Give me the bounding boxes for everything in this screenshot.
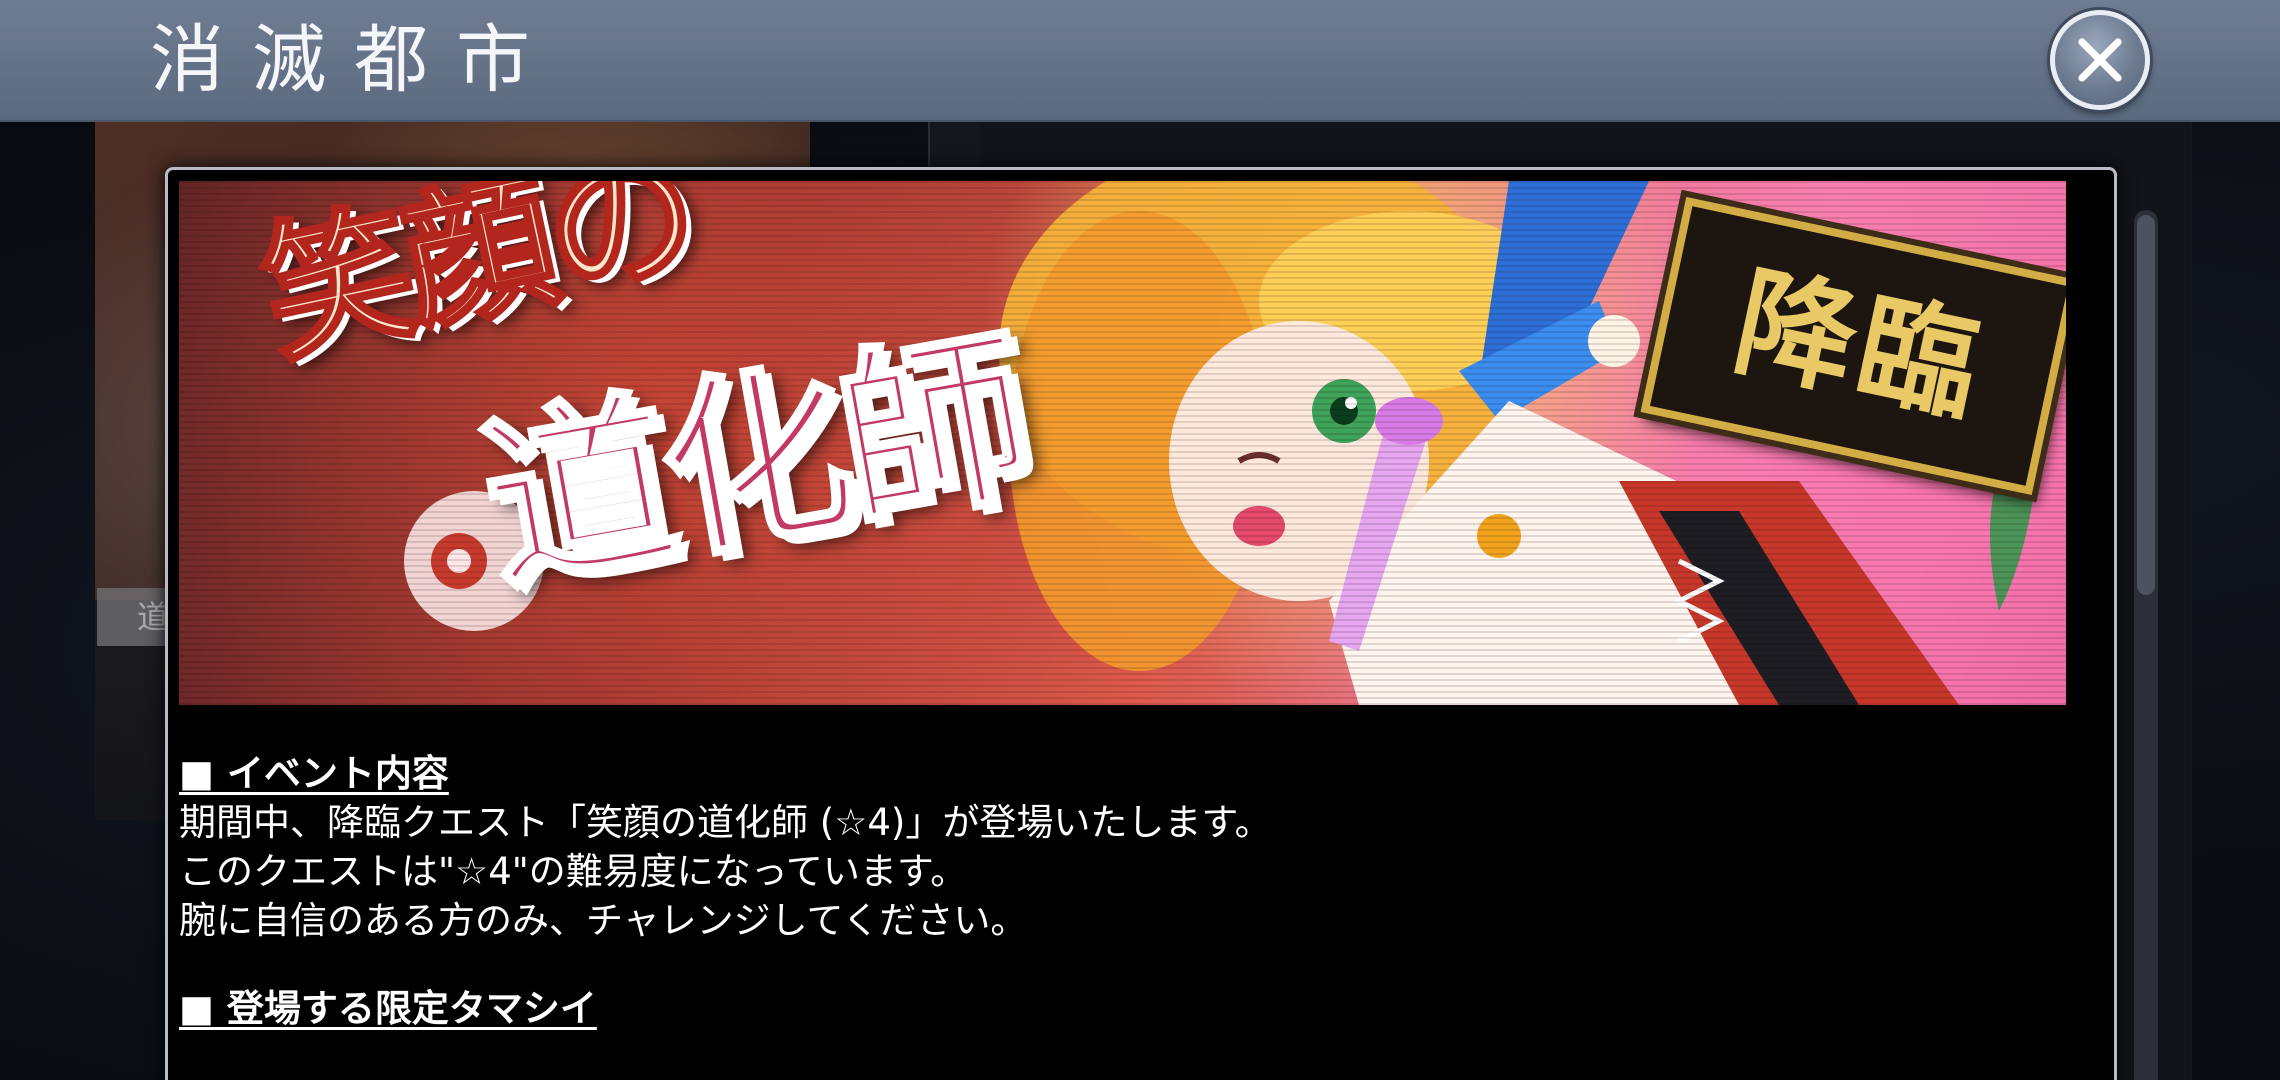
header-bar: 消滅都市	[0, 0, 2280, 122]
modal-scrollbar-thumb[interactable]	[2137, 215, 2155, 595]
app-title: 消滅都市	[150, 17, 558, 103]
game-screen: 道 消滅都市 笑顔の 道化師 降臨 ■ イベント内容 期間中、降臨クエスト「笑顔…	[0, 0, 2280, 1080]
section-heading-limited-souls: ■ 登場する限定タマシイ	[179, 987, 597, 1030]
event-banner: 笑顔の 道化師 降臨	[179, 181, 2066, 705]
section-heading-event-content: ■ イベント内容	[179, 752, 449, 795]
description-line: 腕に自信のある方のみ、チャレンジしてください。	[179, 899, 1028, 942]
description-line: 期間中、降臨クエスト「笑顔の道化師 (☆4)」が登場いたします。	[179, 801, 1272, 844]
close-button[interactable]	[2050, 10, 2150, 110]
close-icon	[2078, 38, 2122, 82]
description-line: このクエストは"☆4"の難易度になっています。	[179, 850, 968, 893]
event-description: ■ イベント内容 期間中、降臨クエスト「笑顔の道化師 (☆4)」が登場いたします…	[179, 750, 2059, 1033]
